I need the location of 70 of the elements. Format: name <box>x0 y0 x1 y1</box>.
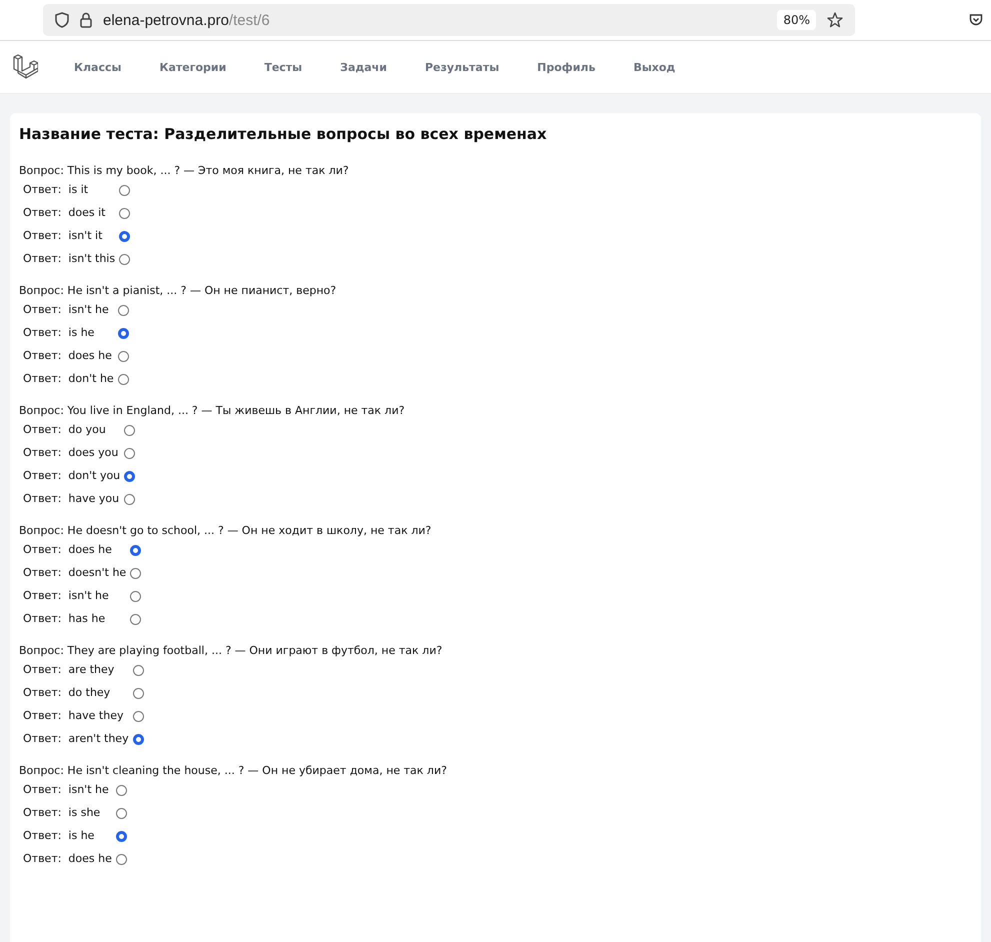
radio-button[interactable] <box>118 350 129 362</box>
question-text: Вопрос: They are playing football, ... ? — Они играют в футбол, не так ли? <box>19 643 444 659</box>
radio-button[interactable] <box>132 688 144 698</box>
answer-label: Ответ: isn't it <box>23 228 104 244</box>
answer-label: Ответ: has he <box>23 611 106 627</box>
radio-button[interactable] <box>132 664 144 676</box>
answer-label: Ответ: are they <box>23 662 116 678</box>
nav-link[interactable]: Результаты <box>424 60 500 74</box>
radio-button[interactable] <box>124 424 136 436</box>
radio-button[interactable] <box>124 448 136 458</box>
answer-label: Ответ: do they <box>23 685 112 701</box>
radio-button[interactable] <box>130 544 142 556</box>
radio-button[interactable] <box>119 184 130 196</box>
answer-label: Ответ: do you <box>23 422 107 438</box>
radio-button[interactable] <box>116 854 127 864</box>
radio-button[interactable] <box>116 808 127 818</box>
nav-link[interactable]: Тесты <box>264 60 302 74</box>
lock-icon <box>80 12 92 28</box>
answer-label: Ответ: does he <box>23 542 113 558</box>
url-text[interactable]: elena-petrovna.pro/test/6 <box>103 12 270 28</box>
answer-label: Ответ: isn't he <box>23 302 110 318</box>
answer-label: Ответ: don't he <box>23 371 114 387</box>
answer-label: Ответ: is he <box>23 325 96 341</box>
radio-button[interactable] <box>130 590 142 602</box>
nav-link[interactable]: Профиль <box>537 60 596 74</box>
question-text: Вопрос: He doesn't go to school, ... ? — Он не ходит в школу, не так ли? <box>19 523 432 539</box>
nav-link[interactable]: Категории <box>159 60 226 74</box>
radio-button[interactable] <box>118 304 129 316</box>
radio-button[interactable] <box>132 734 144 744</box>
radio-button[interactable] <box>124 494 136 504</box>
radio-button[interactable] <box>116 784 127 796</box>
answer-label: Ответ: isn't he <box>23 782 110 798</box>
test-title: Название теста: Разделительные вопросы во всех временах <box>19 125 548 143</box>
star-icon[interactable] <box>827 12 843 28</box>
answer-label: Ответ: isn't this <box>23 251 116 267</box>
radio-button[interactable] <box>130 568 142 578</box>
nav-link[interactable]: Выход <box>633 60 676 74</box>
answer-label: Ответ: is it <box>23 182 90 198</box>
logo-icon[interactable] <box>12 54 38 80</box>
question-text: Вопрос: This is my book, ... ? — Это моя книга, не так ли? <box>19 163 350 179</box>
zoom-badge[interactable]: 80% <box>777 10 816 30</box>
answer-label: Ответ: aren't they <box>23 731 129 747</box>
answer-label: Ответ: does it <box>23 205 106 221</box>
radio-button[interactable] <box>119 254 130 264</box>
answer-label: Ответ: have they <box>23 708 124 724</box>
nav-link[interactable]: Классы <box>74 60 122 74</box>
radio-button[interactable] <box>118 328 129 338</box>
answer-label: Ответ: is she <box>23 805 102 821</box>
answer-label: Ответ: don't you <box>23 468 120 484</box>
answer-label: Ответ: does you <box>23 445 120 461</box>
radio-button[interactable] <box>130 614 142 624</box>
question-text: Вопрос: He isn't a pianist, ... ? — Он не пианист, верно? <box>19 283 338 299</box>
nav-link[interactable]: Задачи <box>340 60 387 74</box>
question-text: Вопрос: You live in England, ... ? — Ты живешь в Англии, не так ли? <box>19 403 406 419</box>
answer-label: Ответ: does he <box>23 851 112 867</box>
radio-button[interactable] <box>119 230 130 242</box>
radio-button[interactable] <box>124 470 136 482</box>
radio-button[interactable] <box>132 710 144 722</box>
answer-label: Ответ: doesn't he <box>23 565 126 581</box>
radio-button[interactable] <box>116 830 127 842</box>
address-bar[interactable]: elena-petrovna.pro/test/6 80% <box>43 4 855 36</box>
pocket-icon[interactable] <box>969 14 983 26</box>
answer-label: Ответ: have you <box>23 491 120 507</box>
radio-button[interactable] <box>118 374 129 384</box>
answer-label: Ответ: isn't he <box>23 588 110 604</box>
answer-label: Ответ: is he <box>23 828 96 844</box>
radio-button[interactable] <box>119 208 130 218</box>
shield-icon <box>55 12 69 28</box>
answer-label: Ответ: does he <box>23 348 113 364</box>
question-text: Вопрос: He isn't cleaning the house, ... ? — Он не убирает дома, не так ли? <box>19 763 448 779</box>
